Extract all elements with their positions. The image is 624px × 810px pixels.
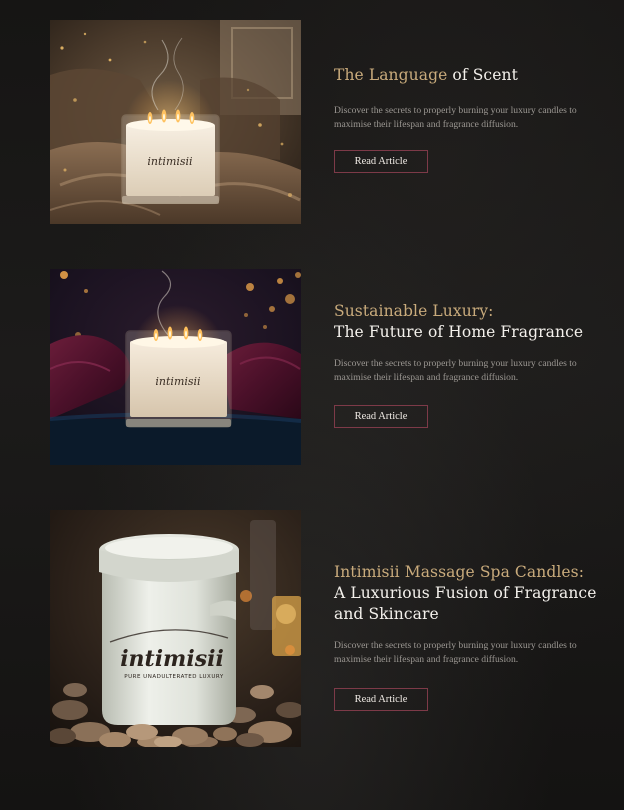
article-description: Discover the secrets to properly burning…	[334, 105, 577, 130]
candle-silk-photo: intimisii	[50, 269, 301, 465]
read-article-button[interactable]: Read Article	[334, 150, 428, 173]
article-text-block: Sustainable Luxury: The Future of Home Fr…	[334, 301, 604, 428]
article-description: Discover the secrets to properly burning…	[334, 640, 577, 665]
article-card-sustainable-luxury: intimisii Sustainable Luxury: The Future …	[50, 269, 610, 465]
title-line-3: and Skincare	[334, 605, 439, 623]
article-image-candle-velvet[interactable]: intimisii	[50, 20, 301, 224]
massage-candle-brand-logo: intimisii	[120, 646, 224, 672]
article-title[interactable]: The Language of Scent	[334, 65, 604, 86]
article-text-block: The Language of Scent Discover the secre…	[334, 65, 604, 173]
title-accent-part: Intimisii Massage Spa Candles:	[334, 563, 585, 581]
title-line-2: A Luxurious Fusion of Fragrance	[334, 584, 597, 602]
article-image-candle-silk[interactable]: intimisii	[50, 269, 301, 465]
article-card-language-of-scent: intimisii The Language of Scent Discover…	[50, 20, 610, 224]
article-card-massage-spa-candles: intimisii PURE UNADULTERATED LUXURY Inti…	[50, 510, 610, 747]
candle-brand-logo: intimisii	[147, 155, 192, 168]
article-text-block: Intimisii Massage Spa Candles: A Luxuriou…	[334, 562, 604, 711]
title-accent-part: The Language	[334, 66, 448, 84]
title-line-2: The Future of Home Fragrance	[334, 323, 584, 341]
candle-velvet-photo: intimisii	[50, 20, 301, 224]
title-accent-part: Sustainable Luxury:	[334, 302, 494, 320]
article-title[interactable]: Intimisii Massage Spa Candles: A Luxuriou…	[334, 562, 604, 625]
read-article-button[interactable]: Read Article	[334, 405, 428, 428]
article-description: Discover the secrets to properly burning…	[334, 358, 577, 383]
article-title[interactable]: Sustainable Luxury: The Future of Home Fr…	[334, 301, 604, 343]
candle-brand-logo: intimisii	[155, 375, 200, 388]
read-article-button[interactable]: Read Article	[334, 688, 428, 711]
article-image-massage-candle[interactable]: intimisii PURE UNADULTERATED LUXURY	[50, 510, 301, 747]
massage-candle-tagline: PURE UNADULTERATED LUXURY	[124, 674, 224, 680]
massage-candle-photo: intimisii PURE UNADULTERATED LUXURY	[50, 510, 301, 747]
title-white-part: of Scent	[447, 66, 518, 84]
